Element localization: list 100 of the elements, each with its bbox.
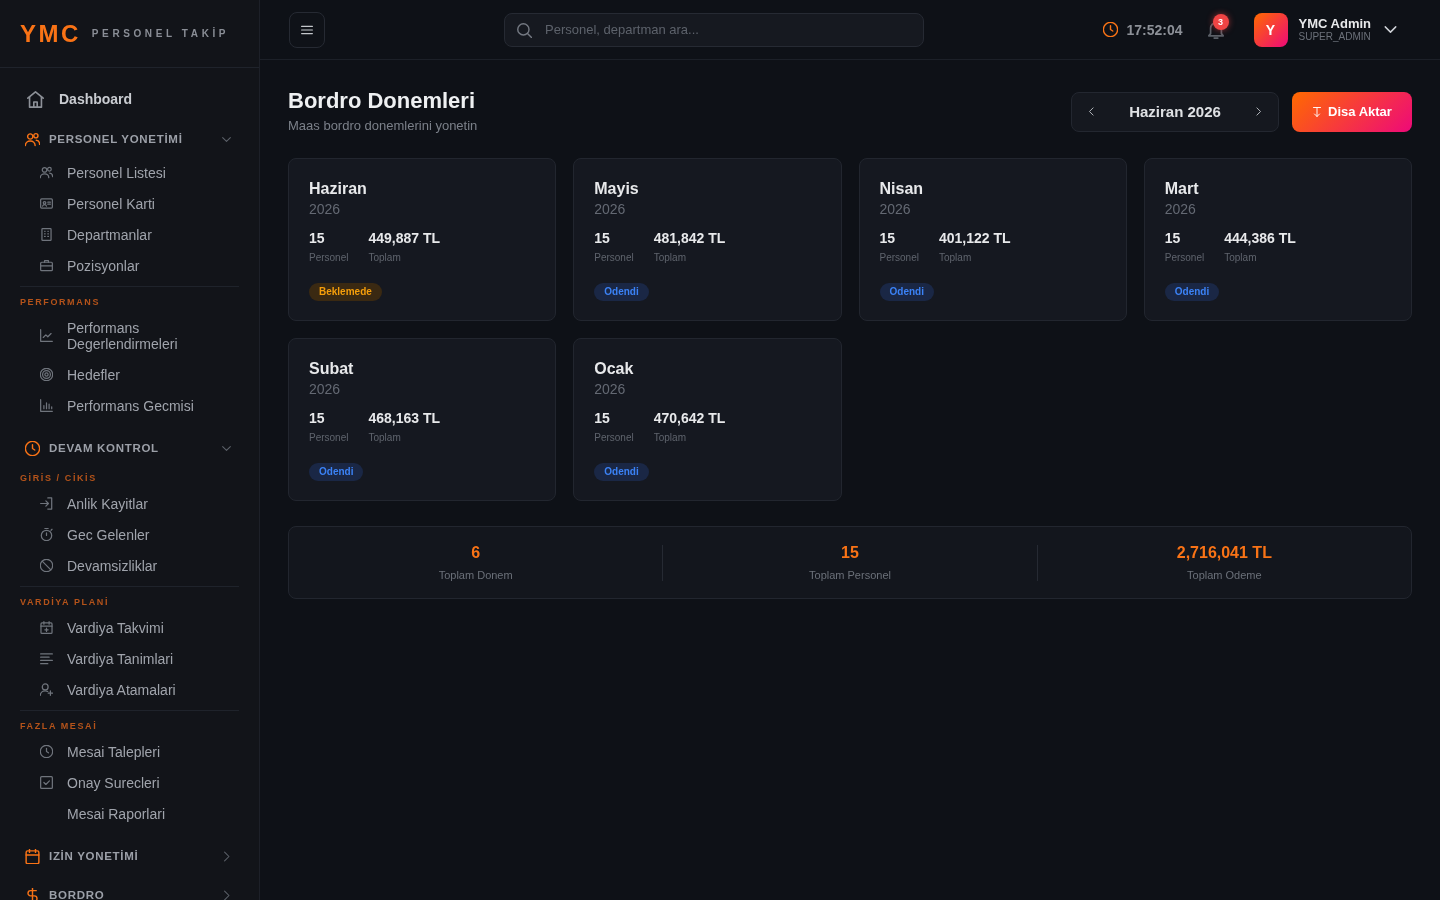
nav-section-header[interactable]: PERSONEL YONETİMİ — [20, 121, 239, 157]
card-year: 2026 — [594, 200, 626, 218]
page-title: Bordro Donemleri — [288, 88, 477, 114]
stat-label: Toplam — [653, 251, 687, 265]
nav-item[interactable]: Anlik Kayitlar — [20, 488, 239, 519]
summary-value: 6 — [471, 543, 481, 563]
summary-label: Toplam Personel — [809, 568, 891, 583]
staff-count: 15 — [309, 409, 326, 428]
nav-item[interactable]: Vardiya Atamalari — [20, 674, 239, 705]
nav-item[interactable]: Vardiya Tanimlari — [20, 643, 239, 674]
login-icon — [40, 497, 53, 510]
card-month: Ocak — [594, 359, 634, 379]
card-month: Nisan — [879, 179, 924, 199]
search-field[interactable]: Personel, departman ara... — [504, 12, 924, 47]
nav-section-header[interactable]: DEVAM KONTROL — [20, 430, 239, 466]
users-icon — [25, 131, 40, 147]
clock-icon — [25, 440, 40, 456]
logo-mark: YMC — [20, 19, 81, 48]
user-name: YMC Admin — [1298, 16, 1371, 31]
staff-count: 15 — [1164, 229, 1182, 248]
stat-label: Toplam — [653, 431, 687, 445]
dollar-icon — [25, 887, 40, 900]
notification-badge: 3 — [1212, 13, 1229, 30]
user-plus-icon — [40, 683, 53, 696]
clock-time: 17:52:04 — [1126, 21, 1183, 38]
menu-button[interactable] — [289, 11, 325, 48]
user-avatar[interactable]: Y — [1253, 12, 1288, 47]
logo-tagline: PERSONEL TAKİP — [91, 28, 230, 39]
stat-label: Toplam — [1224, 251, 1258, 265]
nav-group-label: VARDİYA PLANİ — [20, 596, 110, 608]
clock-icon — [40, 745, 53, 758]
briefcase-icon — [40, 259, 53, 272]
text-lines-icon — [40, 652, 53, 665]
nav-item[interactable]: Onay Surecleri — [20, 767, 239, 798]
target-icon — [40, 368, 53, 381]
status-badge: Odendi — [594, 283, 649, 301]
next-button[interactable] — [1254, 106, 1263, 117]
card-year: 2026 — [879, 200, 911, 218]
summary-value: 2,716,041 TL — [1176, 543, 1272, 563]
card-year: 2026 — [309, 380, 341, 398]
staff-count: 15 — [594, 409, 611, 428]
stat-label: Personel — [1164, 251, 1205, 265]
nav-item[interactable]: Devamsizliklar — [20, 550, 239, 581]
nav-item[interactable]: Performans Gecmisi — [20, 390, 239, 421]
card-year: 2026 — [1164, 200, 1196, 218]
nav-group-label: PERFORMANS — [20, 296, 101, 308]
nav-item[interactable]: Mesai Raporlari — [20, 798, 239, 829]
line-chart-icon — [40, 329, 53, 342]
staff-count: 15 — [309, 229, 326, 248]
clock-icon — [1103, 22, 1119, 37]
download-icon — [1312, 105, 1323, 118]
nav-group-label: FAZLA MESAİ — [20, 720, 99, 732]
stat-label: Toplam — [938, 251, 973, 265]
stat-label: Personel — [594, 431, 634, 445]
export-button[interactable]: Disa Aktar — [1292, 91, 1412, 132]
nav-item[interactable]: Vardiya Takvimi — [20, 612, 239, 643]
period-label: Haziran 2026 — [1128, 103, 1222, 120]
status-badge: Odendi — [879, 283, 934, 301]
chevron-left-icon — [1087, 106, 1096, 117]
stopwatch-icon — [40, 528, 53, 541]
stat-label: Personel — [594, 251, 634, 265]
bar-chart-icon — [40, 399, 53, 412]
summary-label: Toplam Odeme — [1187, 568, 1262, 583]
card-month: Haziran — [309, 179, 367, 199]
status-badge: Odendi — [309, 463, 364, 481]
nav-section-header[interactable]: IZİN YONETİMİ — [20, 838, 239, 874]
staff-count: 15 — [879, 229, 897, 248]
nav-section-header[interactable]: BORDRO — [20, 877, 239, 900]
page-subtitle: Maas bordro donemlerini yonetin — [288, 117, 478, 135]
card-month: Subat — [309, 359, 354, 379]
chevron-right-icon — [1254, 106, 1263, 117]
ban-icon — [40, 559, 53, 572]
previous-button[interactable] — [1087, 106, 1096, 117]
nav-item[interactable]: Mesai Talepleri — [20, 736, 239, 767]
bell-icon — [1206, 20, 1225, 39]
check-square-icon — [40, 776, 53, 789]
user-role: SUPER_ADMIN — [1298, 31, 1371, 43]
nav-item[interactable]: Performans Degerlendirmeleri — [20, 312, 239, 359]
id-card-icon — [40, 197, 53, 210]
users-icon — [40, 166, 53, 179]
nav-item[interactable]: Personel Listesi — [20, 157, 239, 188]
nav-item[interactable]: Personel Karti — [20, 188, 239, 219]
total-amount: 401,122 TL — [938, 229, 1011, 248]
summary-value: 15 — [841, 543, 859, 563]
stat-label: Toplam — [368, 431, 402, 445]
card-month: Mart — [1164, 179, 1199, 199]
nav-group-label: GİRİS / CİKİS — [20, 472, 98, 484]
total-amount: 470,642 TL — [653, 409, 726, 428]
nav-item[interactable]: Pozisyonlar — [20, 250, 239, 281]
nav-item[interactable]: Gec Gelenler — [20, 519, 239, 550]
search-icon — [517, 22, 532, 38]
status-badge: Beklemede — [309, 283, 382, 301]
total-amount: 468,163 TL — [368, 409, 441, 428]
nav-item[interactable]: Departmanlar — [20, 219, 239, 250]
stat-label: Personel — [879, 251, 919, 265]
nav-link[interactable]: Dashboard — [20, 80, 239, 118]
total-amount: 449,887 TL — [368, 229, 441, 248]
card-month: Mayis — [594, 179, 639, 199]
nav-item[interactable]: Hedefler — [20, 359, 239, 390]
stat-label: Personel — [309, 431, 349, 445]
